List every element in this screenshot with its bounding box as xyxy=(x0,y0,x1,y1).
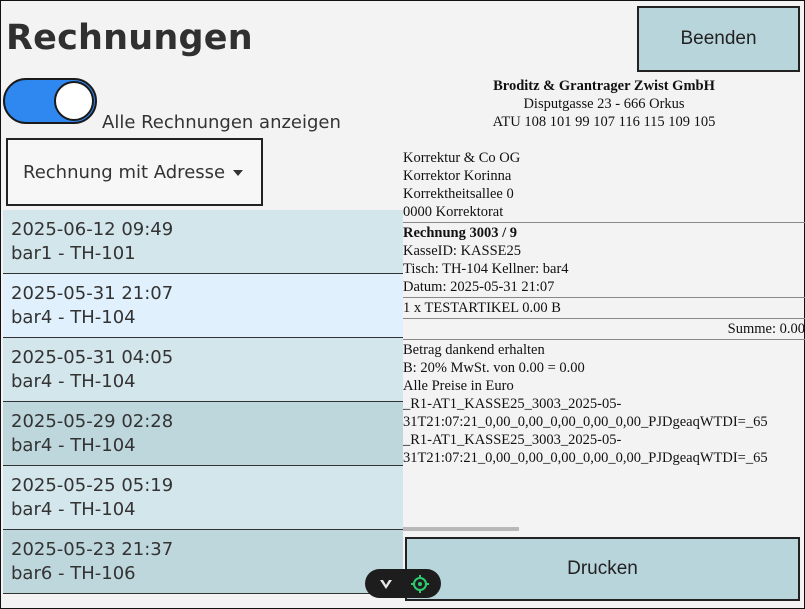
floating-toolbar xyxy=(365,569,441,598)
invoice-number: Rechnung 3003 / 9 xyxy=(403,225,518,241)
footer-line: Alle Preise in Euro xyxy=(403,378,514,394)
signature-code: 31T21:07:21_0,00_0,00_0,00_0,00_0,00_PJD… xyxy=(403,414,768,430)
show-all-toggle[interactable] xyxy=(3,78,97,124)
end-button[interactable]: Beenden xyxy=(637,6,800,72)
info-line: Datum: 2025-05-31 21:07 xyxy=(403,279,555,295)
signature-code: _R1-AT1_KASSE25_3003_2025-05- xyxy=(403,396,622,412)
horizontal-scrollbar[interactable] xyxy=(403,527,519,531)
toggle-knob xyxy=(54,81,94,121)
invoice-datetime: 2025-05-31 04:05 xyxy=(11,347,174,368)
page-title: Rechnungen xyxy=(6,18,253,58)
invoice-datetime: 2025-06-12 09:49 xyxy=(11,219,174,240)
invoice-detail: bar4 - TH-104 xyxy=(11,307,136,328)
divider xyxy=(403,339,805,340)
invoice-datetime: 2025-05-29 02:28 xyxy=(11,411,174,432)
sum-line: Summe: 0.00 xyxy=(727,321,805,337)
customer-line: 0000 Korrektorat xyxy=(403,204,504,220)
divider xyxy=(403,318,805,319)
customer-line: Korrektor Korinna xyxy=(403,168,512,184)
invoice-detail: bar1 - TH-101 xyxy=(11,243,136,264)
crosshair-icon[interactable] xyxy=(410,574,430,594)
divider xyxy=(403,297,805,298)
divider xyxy=(403,222,805,223)
invoice-datetime: 2025-05-25 05:19 xyxy=(11,475,174,496)
signature-code: _R1-AT1_KASSE25_3003_2025-05- xyxy=(403,432,622,448)
invoice-row[interactable]: 2025-06-12 09:49 bar1 - TH-101 xyxy=(3,210,403,274)
customer-line: Korrektur & Co OG xyxy=(403,150,521,166)
customer-line: Korrektheitsallee 0 xyxy=(403,186,514,202)
invoice-list[interactable]: 2025-06-12 09:49 bar1 - TH-101 2025-05-3… xyxy=(3,210,403,609)
invoice-row[interactable]: 2025-05-23 21:37 bar6 - TH-106 xyxy=(3,530,403,594)
invoice-detail: bar4 - TH-104 xyxy=(11,371,136,392)
invoice-row[interactable]: 2025-05-31 04:05 bar4 - TH-104 xyxy=(3,338,403,402)
company-atu: ATU 108 101 99 107 116 115 109 105 xyxy=(492,114,716,130)
invoice-detail: bar4 - TH-104 xyxy=(11,499,136,520)
dropdown-value: Rechnung mit Adresse xyxy=(23,161,226,183)
info-line: KasseID: KASSE25 xyxy=(403,243,522,259)
footer-line: Betrag dankend erhalten xyxy=(403,342,545,358)
invoice-detail: bar6 - TH-106 xyxy=(11,563,136,584)
toggle-label: Alle Rechnungen anzeigen xyxy=(102,112,341,133)
chevron-down-icon[interactable] xyxy=(377,575,395,593)
receipt-preview[interactable]: Broditz & Grantrager Zwist GmbH Disputga… xyxy=(403,77,805,527)
info-line: Tisch: TH-104 Kellner: bar4 xyxy=(403,261,569,277)
signature-code: 31T21:07:21_0,00_0,00_0,00_0,00_0,00_PJD… xyxy=(403,450,768,466)
invoice-row-selected[interactable]: 2025-05-31 21:07 bar4 - TH-104 xyxy=(3,274,403,338)
invoice-datetime: 2025-05-23 21:37 xyxy=(11,539,174,560)
footer-line: B: 20% MwSt. von 0.00 = 0.00 xyxy=(403,360,585,376)
company-name: Broditz & Grantrager Zwist GmbH xyxy=(493,78,715,94)
company-street: Disputgasse 23 - 666 Orkus xyxy=(523,96,685,112)
invoice-row[interactable]: 2025-05-29 02:28 bar4 - TH-104 xyxy=(3,402,403,466)
invoice-type-dropdown[interactable]: Rechnung mit Adresse xyxy=(6,138,263,206)
invoice-row[interactable]: 2025-05-25 05:19 bar4 - TH-104 xyxy=(3,466,403,530)
invoice-datetime: 2025-05-31 21:07 xyxy=(11,283,174,304)
item-line: 1 x TESTARTIKEL 0.00 B xyxy=(403,300,561,316)
caret-down-icon xyxy=(233,170,243,176)
receipt-header: Broditz & Grantrager Zwist GmbH Disputga… xyxy=(403,77,805,131)
invoice-detail: bar4 - TH-104 xyxy=(11,435,136,456)
print-button[interactable]: Drucken xyxy=(405,537,800,601)
